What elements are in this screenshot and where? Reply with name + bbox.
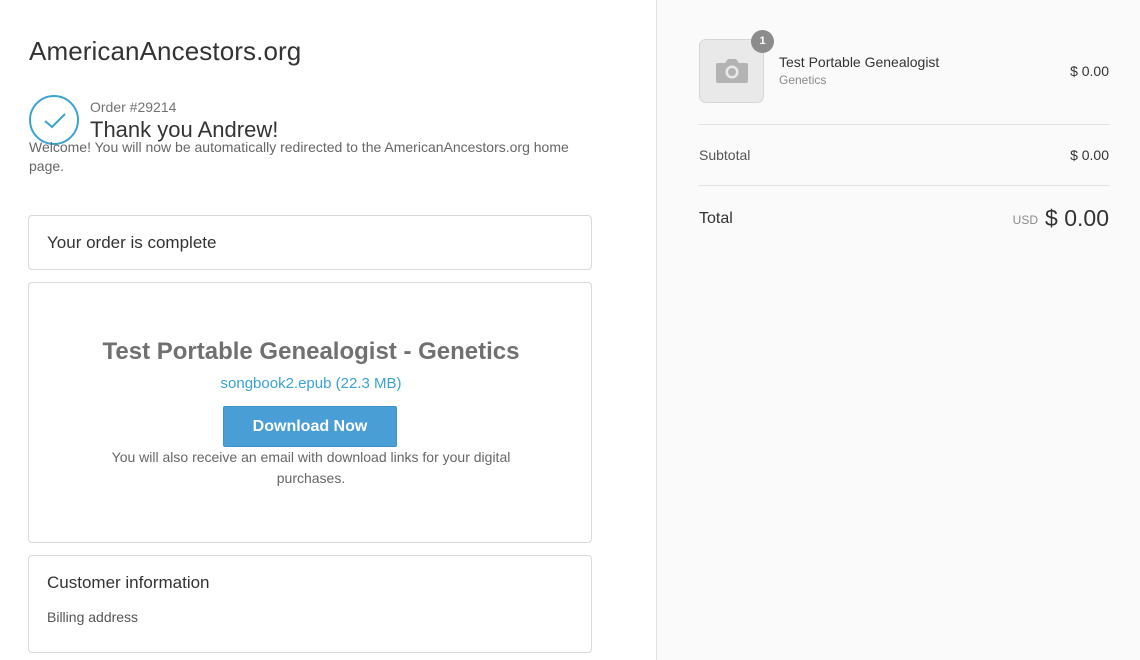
order-summary-sidebar: 1 Test Portable Genealogist Genetics $ 0… (656, 0, 1140, 660)
customer-information-card: Customer information Billing address (28, 555, 592, 653)
redirect-message: Welcome! You will now be automatically r… (29, 139, 569, 174)
product-price: $ 0.00 (1070, 63, 1109, 79)
subtotal-value: $ 0.00 (1070, 147, 1109, 163)
store-name[interactable]: AmericanAncestors.org (29, 36, 301, 67)
summary-divider (699, 185, 1110, 186)
total-label: Total (699, 210, 733, 227)
total-value: $ 0.00 (1045, 205, 1109, 231)
billing-address-label: Billing address (47, 609, 139, 625)
quantity-badge: 1 (751, 30, 774, 53)
subtotal-label: Subtotal (699, 147, 751, 163)
product-name: Test Portable Genealogist (779, 54, 940, 70)
camera-icon (716, 59, 748, 83)
download-card: Test Portable Genealogist - Genetics son… (28, 282, 592, 543)
product-variant: Genetics (779, 73, 827, 87)
download-now-button[interactable]: Download Now (223, 406, 397, 447)
download-product-title: Test Portable Genealogist - Genetics (102, 338, 520, 365)
total-currency: USD (1012, 213, 1038, 227)
order-complete-title: Your order is complete (47, 233, 217, 252)
customer-information-title: Customer information (47, 573, 210, 592)
download-file-link[interactable]: songbook2.epub (22.3 MB) (29, 375, 593, 392)
main-content: AmericanAncestors.org Order #29214 Thank… (0, 0, 656, 660)
order-complete-card: Your order is complete (28, 215, 592, 270)
checkout-thank-you-page: AmericanAncestors.org Order #29214 Thank… (0, 0, 1140, 660)
summary-divider (699, 124, 1110, 125)
order-number: Order #29214 (90, 99, 177, 115)
download-email-note: You will also receive an email with down… (111, 449, 511, 486)
